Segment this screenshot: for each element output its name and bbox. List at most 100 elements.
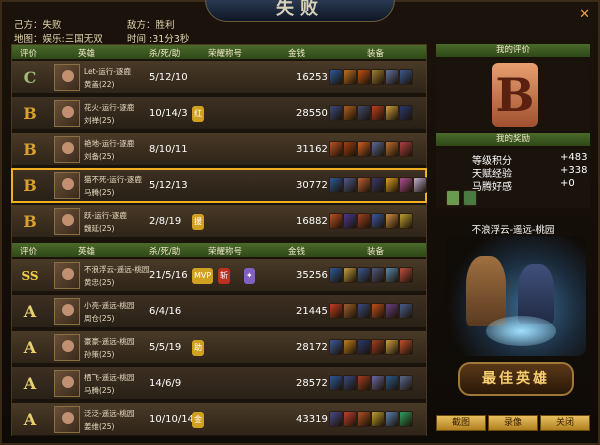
honor-badge[interactable]: 红 xyxy=(192,106,204,122)
equipment-icon[interactable] xyxy=(399,105,413,121)
equipment-icon[interactable] xyxy=(399,213,413,229)
equipment-icon[interactable] xyxy=(385,375,399,391)
player-row[interactable]: B 猫不死-运行-逐鹿 马腾(25) 5/12/13 30772 xyxy=(11,168,427,203)
equipment-icon[interactable] xyxy=(357,141,371,157)
honor-badge[interactable]: 助 xyxy=(192,340,204,356)
equipment-icon[interactable] xyxy=(413,177,427,193)
equipment-icon[interactable] xyxy=(371,267,385,283)
equipment-icon[interactable] xyxy=(329,105,343,121)
hero-avatar[interactable] xyxy=(54,262,80,289)
equipment-icon[interactable] xyxy=(399,177,413,193)
hero-figure xyxy=(518,264,554,324)
close-icon[interactable]: ✕ xyxy=(579,7,590,22)
honor-badge[interactable]: 援 xyxy=(192,214,204,230)
hero-avatar[interactable] xyxy=(54,64,80,91)
close-button[interactable]: 关闭 xyxy=(540,415,590,431)
equipment-icon[interactable] xyxy=(371,177,385,193)
hero-avatar[interactable] xyxy=(54,334,80,361)
equipment-icon[interactable] xyxy=(371,339,385,355)
equipment-icon[interactable] xyxy=(371,141,385,157)
personal-panel: 我的评价 B 我的奖励 等级积分 +483 天赋经验 +338 马腾好感 +0 … xyxy=(436,44,590,436)
equipment-icon[interactable] xyxy=(343,267,357,283)
equipment-icon[interactable] xyxy=(329,213,343,229)
equipment-icon[interactable] xyxy=(343,375,357,391)
equipment-icon[interactable] xyxy=(371,105,385,121)
equipment-icon[interactable] xyxy=(343,105,357,121)
hero-avatar[interactable] xyxy=(54,208,80,235)
honor-badge[interactable]: ✦ xyxy=(244,268,255,284)
my-eval-box: B xyxy=(436,59,590,131)
hero-avatar[interactable] xyxy=(54,172,80,199)
hero-avatar[interactable] xyxy=(54,406,80,433)
player-row[interactable]: C Let-运行-逐鹿 黄盖(22) 5/12/10 16253 xyxy=(12,61,426,94)
equipment-icon[interactable] xyxy=(385,177,399,193)
equipment-icon[interactable] xyxy=(343,141,357,157)
player-row[interactable]: A 小亮-遥远-桃园 周仓(25) 6/4/16 21445 xyxy=(12,295,426,328)
equipment-icon[interactable] xyxy=(357,411,371,427)
reward-item-icon[interactable] xyxy=(446,190,460,206)
equipment-icon[interactable] xyxy=(343,213,357,229)
equipment-icon[interactable] xyxy=(371,411,385,427)
player-row[interactable]: A 泛泛-遥远-桃园 姜维(25) 10/10/14 金 43319 xyxy=(12,403,426,436)
equipment-icon[interactable] xyxy=(371,303,385,319)
equipment-icon[interactable] xyxy=(385,69,399,85)
equipment-icon[interactable] xyxy=(371,69,385,85)
hero-avatar[interactable] xyxy=(54,298,80,325)
equipment-icon[interactable] xyxy=(385,411,399,427)
grade-badge: B xyxy=(23,104,37,123)
equipment-icon[interactable] xyxy=(329,141,343,157)
player-row[interactable]: B 艳地-运行-逐鹿 刘备(25) 8/10/11 31162 xyxy=(12,133,426,166)
equipment-icon[interactable] xyxy=(371,213,385,229)
equipment-icon[interactable] xyxy=(343,303,357,319)
equipment-icon[interactable] xyxy=(329,303,343,319)
equipment-icon[interactable] xyxy=(329,69,343,85)
equipment-icon[interactable] xyxy=(343,411,357,427)
player-row[interactable]: B 跃-运行-逐鹿 魏延(25) 2/8/19 援 16882 xyxy=(12,205,426,238)
equipment-icon[interactable] xyxy=(329,375,343,391)
equipment-icon[interactable] xyxy=(357,177,371,193)
equipment-icon[interactable] xyxy=(357,69,371,85)
hero-avatar[interactable] xyxy=(54,370,80,397)
equipment-icon[interactable] xyxy=(343,69,357,85)
hero-avatar[interactable] xyxy=(54,136,80,163)
player-row[interactable]: A 栖飞-遥远-桃园 马腾(25) 14/6/9 28572 xyxy=(12,367,426,400)
equipment-icon[interactable] xyxy=(329,339,343,355)
honor-badge[interactable]: 斩 xyxy=(218,268,230,284)
honor-badge[interactable]: MVP xyxy=(192,268,214,284)
equipment-icon[interactable] xyxy=(357,267,371,283)
equipment-icon[interactable] xyxy=(357,105,371,121)
equipment-icon[interactable] xyxy=(399,339,413,355)
hero-avatar[interactable] xyxy=(54,100,80,127)
equipment-icon[interactable] xyxy=(399,303,413,319)
equipment-icon[interactable] xyxy=(357,339,371,355)
honor-badge[interactable]: 金 xyxy=(192,412,204,428)
equipment-icon[interactable] xyxy=(357,213,371,229)
equipment-icon[interactable] xyxy=(385,105,399,121)
equipment-icon[interactable] xyxy=(399,411,413,427)
equipment-icon[interactable] xyxy=(385,303,399,319)
equipment-icon[interactable] xyxy=(329,411,343,427)
equipment-icon[interactable] xyxy=(385,213,399,229)
equipment-icon[interactable] xyxy=(385,267,399,283)
equipment-icon[interactable] xyxy=(399,69,413,85)
screenshot-button[interactable]: 截图 xyxy=(436,415,486,431)
equipment-icon[interactable] xyxy=(329,177,343,193)
reward-item-icon[interactable] xyxy=(462,190,477,206)
equipment-icon[interactable] xyxy=(371,375,385,391)
equipment-icon[interactable] xyxy=(357,303,371,319)
my-grade-badge: B xyxy=(492,63,538,127)
player-row[interactable]: A 豪豪-遥远-桃园 孙策(25) 5/5/19 助 28172 xyxy=(12,331,426,364)
player-row[interactable]: SS 不浪浮云-遥远-桃园 黄忠(25) 21/5/16 MVP 斩 ✦ 35256 xyxy=(12,259,426,292)
equipment-icon[interactable] xyxy=(385,339,399,355)
grade-badge: A xyxy=(23,338,37,357)
equipment-icon[interactable] xyxy=(399,267,413,283)
equipment-icon[interactable] xyxy=(385,141,399,157)
equipment-icon[interactable] xyxy=(399,375,413,391)
equipment-icon[interactable] xyxy=(343,177,357,193)
equipment-icon[interactable] xyxy=(357,375,371,391)
record-button[interactable]: 录像 xyxy=(488,415,538,431)
equipment-icon[interactable] xyxy=(343,339,357,355)
equipment-icon[interactable] xyxy=(399,141,413,157)
player-row[interactable]: B 花火-运行-逐鹿 刘禅(25) 10/14/3 红 28550 xyxy=(12,97,426,130)
equipment-icon[interactable] xyxy=(329,267,343,283)
